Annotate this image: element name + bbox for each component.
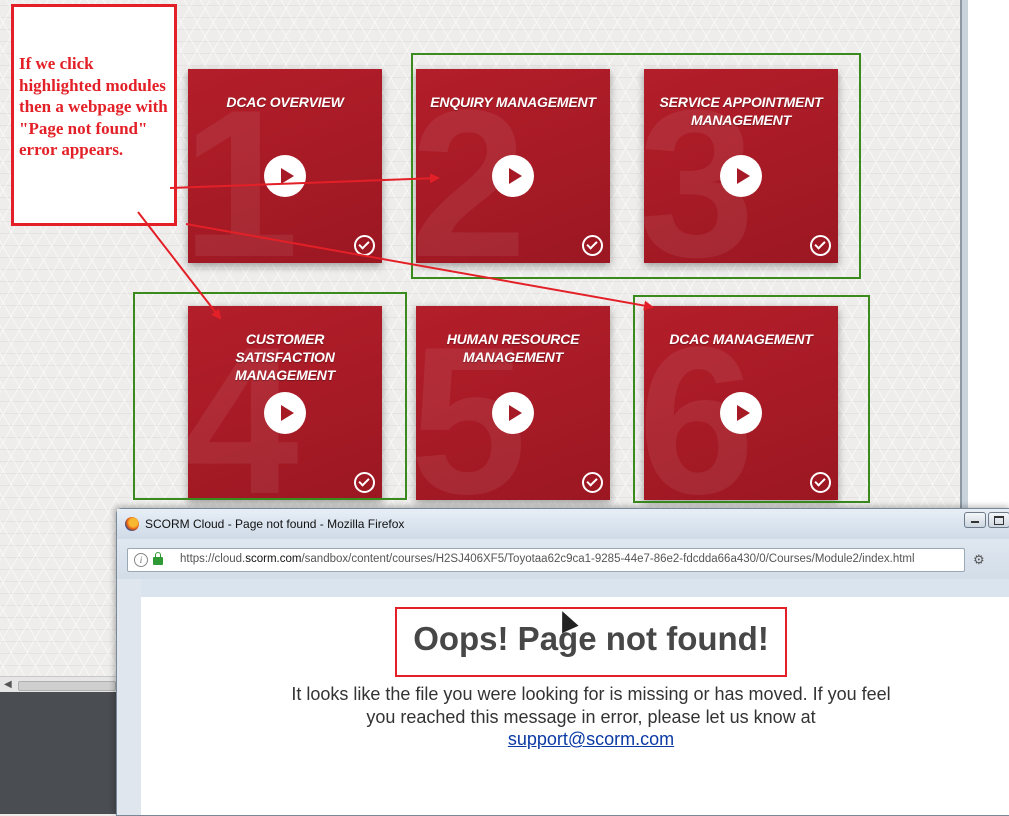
url-path: /sandbox/content/courses/H2SJ406XF5/Toyo… [301,553,915,565]
mouse-cursor-icon [556,610,576,631]
module-title: DCAC OVERVIEW [226,94,344,110]
annotation-callout: If we click highlighted modules then a w… [11,4,177,226]
taskbar-strip [0,692,118,814]
highlight-box-modules-2-3 [411,53,861,279]
support-link-wrap: support@scorm.com [281,729,901,750]
content-gutter [117,579,141,815]
navigation-toolbar: i https://cloud.scorm.com/sandbox/conten… [117,539,1009,579]
support-email-link[interactable]: support@scorm.com [508,729,674,749]
firefox-window: SCORM Cloud - Page not found - Mozilla F… [116,508,1009,816]
url-bar[interactable]: i https://cloud.scorm.com/sandbox/conten… [127,548,965,572]
horizontal-scrollbar[interactable]: ◀ [0,676,118,693]
annotation-text: If we click highlighted modules then a w… [19,54,168,159]
window-title: SCORM Cloud - Page not found - Mozilla F… [145,517,405,531]
url-domain: scorm.com [245,553,302,565]
maximize-button[interactable] [988,512,1009,528]
play-icon[interactable] [264,155,306,197]
module-1-tile[interactable]: 1 DCAC OVERVIEW [188,69,382,263]
page-content: Oops! Page not found! It looks like the … [141,597,1009,815]
window-frame-right [960,0,1009,510]
error-message: It looks like the file you were looking … [291,684,891,727]
module-title: HUMAN RESOURCE MANAGEMENT [446,331,580,365]
lock-icon[interactable] [153,552,163,565]
url-prefix: https://cloud. [180,553,246,565]
scroll-left-icon[interactable]: ◀ [4,679,12,690]
error-heading: Oops! Page not found! [413,620,769,657]
extension-icon[interactable]: ⚙ [973,552,985,568]
check-circle-icon [354,235,375,256]
module-5-tile[interactable]: 5 HUMAN RESOURCE MANAGEMENT [416,306,610,500]
error-heading-box: Oops! Page not found! [395,607,787,677]
window-controls [962,512,1009,530]
firefox-logo-icon [125,517,139,531]
highlight-box-module-4 [133,292,407,500]
minimize-button[interactable] [964,512,986,528]
window-titlebar[interactable]: SCORM Cloud - Page not found - Mozilla F… [117,509,1009,539]
url-text[interactable]: https://cloud.scorm.com/sandbox/content/… [180,553,915,565]
play-icon[interactable] [492,392,534,434]
highlight-box-module-6 [633,295,870,503]
scrollbar-thumb[interactable] [18,681,116,691]
info-icon[interactable]: i [134,553,148,567]
check-circle-icon [582,472,603,493]
